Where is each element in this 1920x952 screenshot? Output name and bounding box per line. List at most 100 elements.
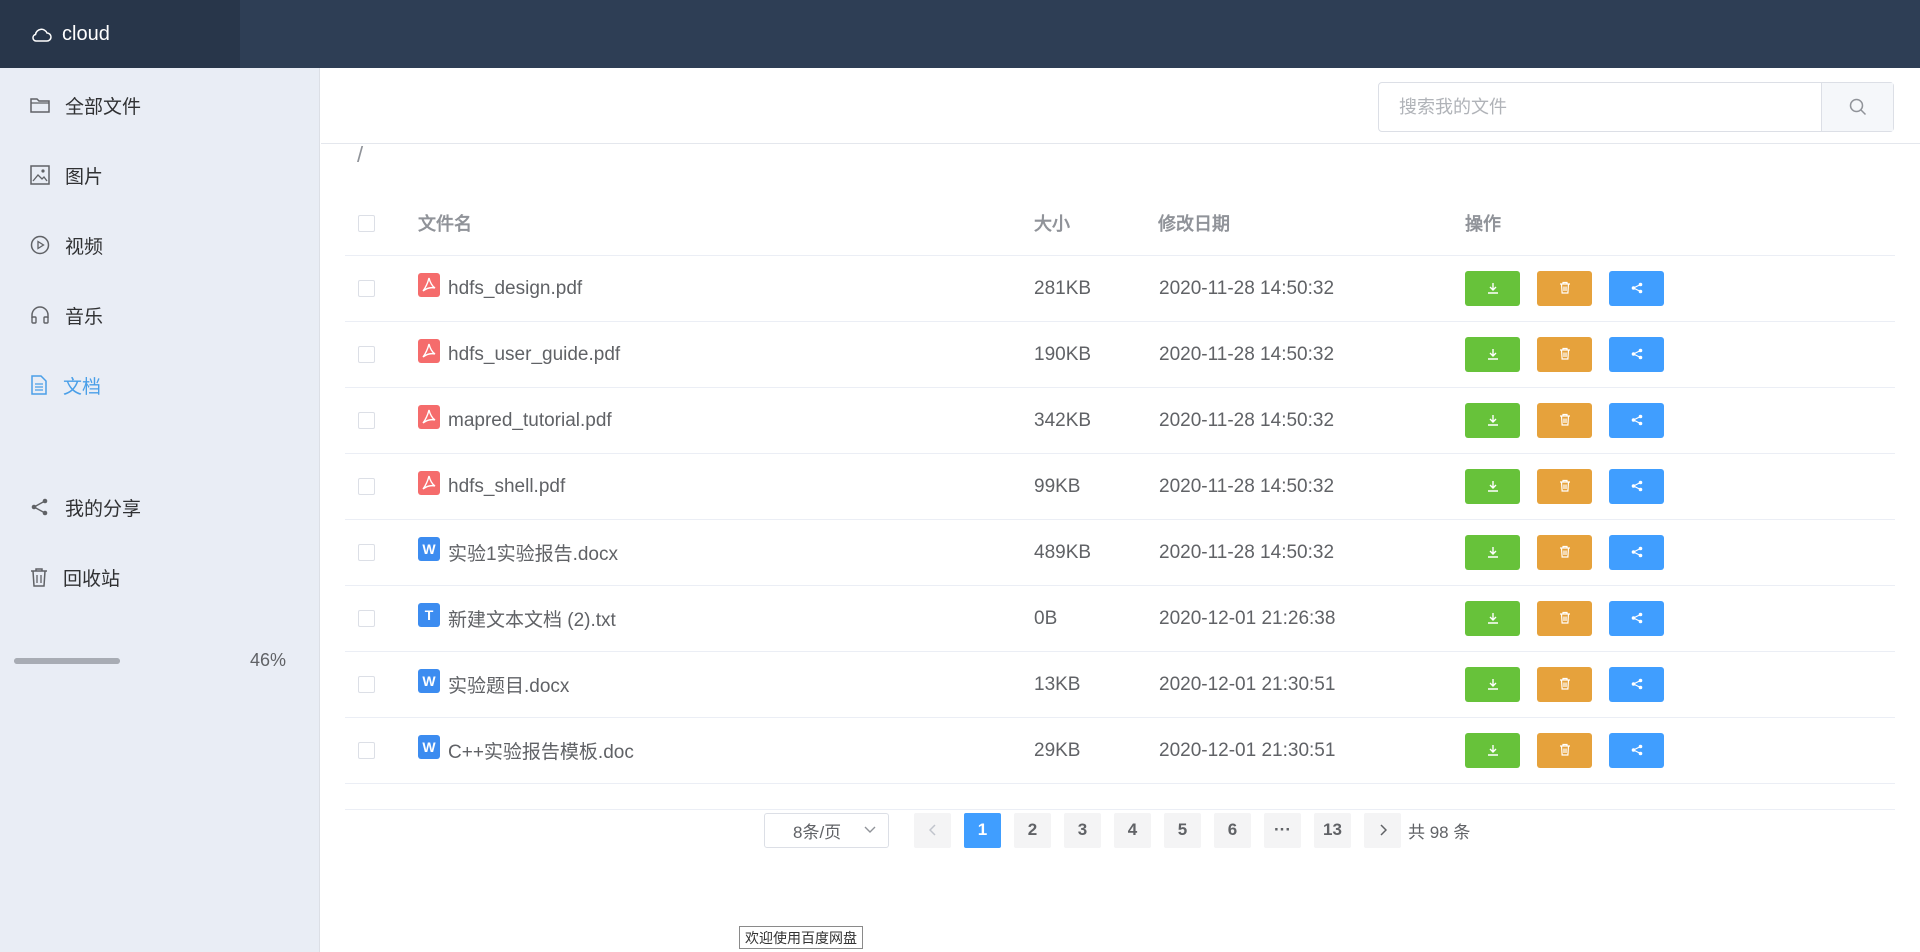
share-button[interactable] <box>1609 337 1664 372</box>
share-button[interactable] <box>1609 601 1664 636</box>
table-row[interactable]: hdfs_shell.pdf 99KB 2020-11-28 14:50:32 <box>345 454 1895 520</box>
download-button[interactable] <box>1465 271 1520 306</box>
search-icon <box>1849 98 1866 116</box>
file-name-cell[interactable]: W C++实验报告模板.doc <box>418 718 634 783</box>
table-row[interactable]: hdfs_design.pdf 281KB 2020-11-28 14:50:32 <box>345 256 1895 322</box>
next-page-button[interactable] <box>1364 812 1401 848</box>
download-button[interactable] <box>1465 601 1520 636</box>
file-name[interactable]: hdfs_shell.pdf <box>448 476 565 498</box>
sidebar-item-documents[interactable]: 文档 <box>30 370 101 400</box>
row-checkbox[interactable] <box>358 544 375 561</box>
file-name-cell[interactable]: W 实验1实验报告.docx <box>418 520 618 585</box>
page-button[interactable]: 13 <box>1314 812 1351 848</box>
delete-button[interactable] <box>1537 403 1592 438</box>
row-actions <box>1465 652 1681 717</box>
share-button[interactable] <box>1609 667 1664 702</box>
sidebar-item-all-files[interactable]: 全部文件 <box>30 90 141 120</box>
row-actions <box>1465 322 1681 387</box>
delete-button[interactable] <box>1537 667 1592 702</box>
prev-page-button[interactable] <box>914 812 951 848</box>
share-button[interactable] <box>1609 403 1664 438</box>
file-size: 489KB <box>1034 541 1092 563</box>
table-row[interactable]: T 新建文本文档 (2).txt 0B 2020-12-01 21:26:38 <box>345 586 1895 652</box>
sidebar: 全部文件 图片 视频 音乐 文档 我的分享 回收站 46% <box>0 68 320 952</box>
table-row[interactable]: mapred_tutorial.pdf 342KB 2020-11-28 14:50… <box>345 388 1895 454</box>
page-button[interactable]: 6 <box>1214 812 1251 848</box>
row-checkbox[interactable] <box>358 346 375 363</box>
share-icon <box>1631 542 1643 564</box>
file-name[interactable]: mapred_tutorial.pdf <box>448 410 612 432</box>
row-checkbox[interactable] <box>358 676 375 693</box>
file-modified: 2020-11-28 14:50:32 <box>1159 277 1335 299</box>
page-size-select[interactable]: 8条/页 <box>764 812 889 848</box>
sidebar-item-videos[interactable]: 视频 <box>30 230 103 260</box>
delete-button[interactable] <box>1537 733 1592 768</box>
page-button[interactable]: 1 <box>964 812 1001 848</box>
file-name-cell[interactable]: T 新建文本文档 (2).txt <box>418 586 616 651</box>
sidebar-item-my-shares[interactable]: 我的分享 <box>30 492 141 522</box>
breadcrumb[interactable]: / <box>357 142 363 168</box>
download-button[interactable] <box>1465 535 1520 570</box>
row-checkbox[interactable] <box>358 742 375 759</box>
page-button[interactable]: 3 <box>1064 812 1101 848</box>
row-checkbox[interactable] <box>358 478 375 495</box>
download-button[interactable] <box>1465 337 1520 372</box>
sidebar-item-images[interactable]: 图片 <box>30 160 103 190</box>
download-icon <box>1487 410 1499 432</box>
file-name[interactable]: hdfs_user_guide.pdf <box>448 344 620 366</box>
page-ellipsis-button[interactable]: ··· <box>1264 812 1301 848</box>
page-button[interactable]: 5 <box>1164 812 1201 848</box>
share-button[interactable] <box>1609 271 1664 306</box>
table-row[interactable]: hdfs_user_guide.pdf 190KB 2020-11-28 14:50… <box>345 322 1895 388</box>
svg-text:W: W <box>422 673 436 689</box>
share-button[interactable] <box>1609 535 1664 570</box>
column-header-actions: 操作 <box>1465 214 1501 234</box>
file-name-cell[interactable]: mapred_tutorial.pdf <box>418 388 612 453</box>
delete-button[interactable] <box>1537 469 1592 504</box>
file-name-cell[interactable]: W 实验题目.docx <box>418 652 569 717</box>
search-input[interactable] <box>1379 83 1821 131</box>
download-button[interactable] <box>1465 733 1520 768</box>
file-name-cell[interactable]: hdfs_design.pdf <box>418 256 582 321</box>
share-icon <box>1631 410 1643 432</box>
delete-button[interactable] <box>1537 271 1592 306</box>
app-brand[interactable]: cloud <box>0 0 240 68</box>
row-checkbox[interactable] <box>358 280 375 297</box>
file-name[interactable]: hdfs_design.pdf <box>448 278 582 300</box>
file-name[interactable]: C++实验报告模板.doc <box>448 737 634 764</box>
file-name[interactable]: 实验1实验报告.docx <box>448 539 618 566</box>
delete-icon <box>1559 476 1571 498</box>
share-icon <box>1631 608 1643 630</box>
select-all-checkbox[interactable] <box>358 214 375 232</box>
word-file-icon: W <box>418 536 440 561</box>
table-row[interactable]: W 实验题目.docx 13KB 2020-12-01 21:30:51 <box>345 652 1895 718</box>
delete-button[interactable] <box>1537 601 1592 636</box>
share-button[interactable] <box>1609 733 1664 768</box>
file-modified: 2020-12-01 21:30:51 <box>1159 673 1336 695</box>
download-icon <box>1487 740 1499 762</box>
table-row[interactable]: W C++实验报告模板.doc 29KB 2020-12-01 21:30:51 <box>345 718 1895 784</box>
sidebar-item-recycle-bin[interactable]: 回收站 <box>30 562 120 592</box>
file-name[interactable]: 实验题目.docx <box>448 671 569 698</box>
page-button[interactable]: 2 <box>1014 812 1051 848</box>
file-name[interactable]: 新建文本文档 (2).txt <box>448 605 616 632</box>
word-file-icon: W <box>418 668 440 693</box>
chevron-down-icon <box>864 826 876 833</box>
download-button[interactable] <box>1465 469 1520 504</box>
download-button[interactable] <box>1465 403 1520 438</box>
main-header <box>321 68 1920 144</box>
page-button[interactable]: 4 <box>1114 812 1151 848</box>
row-checkbox[interactable] <box>358 610 375 627</box>
table-row[interactable]: W 实验1实验报告.docx 489KB 2020-11-28 14:50:32 <box>345 520 1895 586</box>
sidebar-item-music[interactable]: 音乐 <box>30 300 103 330</box>
pdf-file-icon <box>418 272 440 297</box>
search-box <box>1378 82 1894 132</box>
download-button[interactable] <box>1465 667 1520 702</box>
row-checkbox[interactable] <box>358 412 375 429</box>
file-name-cell[interactable]: hdfs_user_guide.pdf <box>418 322 620 387</box>
delete-button[interactable] <box>1537 535 1592 570</box>
search-button[interactable] <box>1821 83 1893 131</box>
share-button[interactable] <box>1609 469 1664 504</box>
file-name-cell[interactable]: hdfs_shell.pdf <box>418 454 565 519</box>
delete-button[interactable] <box>1537 337 1592 372</box>
